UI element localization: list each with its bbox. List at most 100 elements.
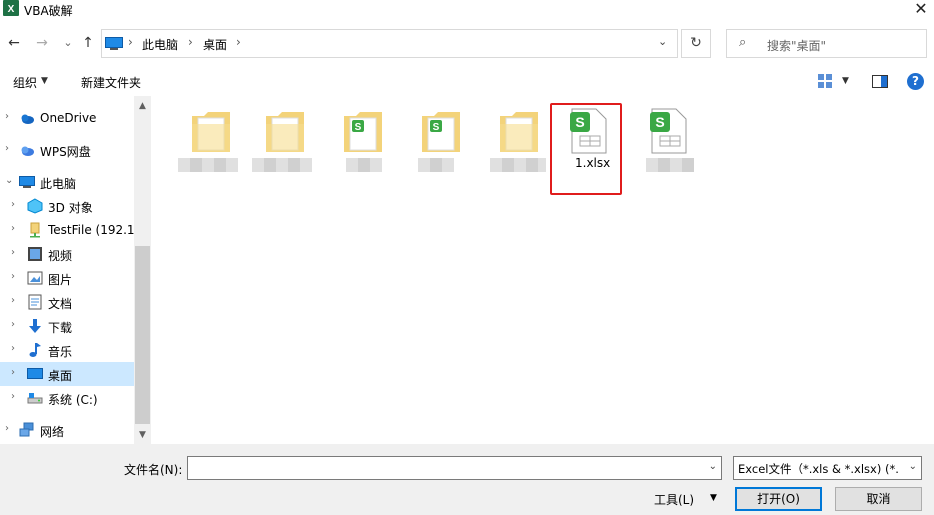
drive-icon: [27, 393, 43, 404]
sidebar-item-downloads[interactable]: › 下载: [0, 314, 134, 338]
address-dropdown-icon[interactable]: ⌄: [658, 35, 667, 48]
spreadsheet-file-icon: S: [650, 108, 687, 154]
scrollbar-thumb[interactable]: [135, 246, 150, 424]
chevron-right-icon[interactable]: ›: [11, 247, 15, 258]
chevron-right-icon[interactable]: ›: [11, 271, 15, 282]
breadcrumb-desktop[interactable]: 桌面: [203, 36, 227, 53]
chevron-right-icon[interactable]: ›: [11, 391, 15, 402]
organize-caret-icon: ▼: [41, 76, 48, 86]
sidebar-item-label: TestFile (192.16: [48, 223, 134, 237]
close-button[interactable]: ✕: [912, 0, 930, 18]
svg-text:S: S: [433, 122, 440, 133]
window-title: VBA破解: [24, 4, 73, 18]
filename-input[interactable]: ⌄: [187, 456, 722, 480]
sidebar-item-onedrive[interactable]: › OneDrive: [0, 106, 134, 130]
search-box[interactable]: ⌕ 搜索"桌面": [726, 29, 927, 58]
sidebar-item-label: WPS网盘: [40, 145, 91, 159]
svg-text:S: S: [355, 122, 362, 133]
tools-caret-icon[interactable]: ▼: [710, 493, 717, 503]
sidebar-item-testfile[interactable]: › TestFile (192.16: [0, 218, 134, 242]
view-caret-icon[interactable]: ▼: [842, 76, 849, 86]
filename-label: 文件名(N):: [124, 463, 183, 477]
file-type-value[interactable]: Excel文件（*.xls & *.xlsx) (*.: [738, 461, 904, 477]
cube-icon: [27, 198, 43, 214]
forward-button[interactable]: →: [34, 35, 50, 51]
sidebar-item-label: 图片: [48, 273, 73, 287]
chevron-right-icon[interactable]: ›: [5, 111, 9, 122]
file-item-folder[interactable]: [252, 106, 316, 196]
highlight-box: [550, 103, 622, 195]
chevron-right-icon[interactable]: ›: [11, 223, 15, 234]
sidebar-item-system-c[interactable]: › 系统 (C:): [0, 386, 134, 410]
cancel-button[interactable]: 取消: [835, 487, 922, 511]
documents-icon: [28, 294, 42, 310]
excel-app-icon: X: [3, 0, 19, 16]
search-icon: ⌕: [739, 35, 747, 50]
svg-text:S: S: [655, 114, 664, 130]
folder-icon: [266, 112, 304, 152]
file-type-select[interactable]: Excel文件（*.xls & *.xlsx) (*. ⌄: [733, 456, 922, 480]
breadcrumb-separator: ›: [188, 35, 193, 49]
chevron-right-icon[interactable]: ›: [11, 343, 15, 354]
sidebar-item-label: OneDrive: [40, 111, 97, 125]
tools-button[interactable]: 工具(L): [654, 491, 694, 508]
sidebar-item-this-pc[interactable]: ⌄ 此电脑: [0, 170, 134, 194]
sidebar-item-documents[interactable]: › 文档: [0, 290, 134, 314]
sidebar-item-desktop[interactable]: › 桌面: [0, 362, 134, 386]
open-button[interactable]: 打开(O): [735, 487, 822, 511]
sidebar-item-label: 此电脑: [40, 177, 77, 191]
pictures-icon: [27, 271, 43, 285]
folder-icon: [500, 112, 538, 152]
folder-icon: S: [344, 112, 382, 152]
organize-button[interactable]: 组织: [13, 74, 37, 91]
title-bar: X VBA破解 ✕: [0, 0, 934, 22]
breadcrumb-this-pc[interactable]: 此电脑: [142, 36, 178, 53]
help-button[interactable]: ?: [907, 73, 924, 90]
sidebar-item-label: 下载: [48, 321, 73, 335]
chevron-right-icon[interactable]: ›: [11, 295, 15, 306]
address-bar[interactable]: › 此电脑 › 桌面 › ⌄: [101, 29, 678, 58]
back-button[interactable]: ←: [6, 35, 22, 51]
blurred-filename: [490, 158, 546, 172]
file-item-spreadsheet-folder[interactable]: S: [408, 106, 472, 196]
chevron-right-icon[interactable]: ›: [5, 143, 9, 154]
refresh-button[interactable]: ↻: [681, 29, 711, 58]
search-input[interactable]: 搜索"桌面": [767, 37, 826, 54]
sidebar-item-videos[interactable]: › 视频: [0, 242, 134, 266]
preview-pane-icon[interactable]: [872, 75, 888, 88]
chevron-down-icon[interactable]: ⌄: [5, 175, 13, 186]
chevron-right-icon[interactable]: ›: [11, 199, 15, 210]
sidebar-item-3d-objects[interactable]: › 3D 对象: [0, 194, 134, 218]
sidebar-item-pictures[interactable]: › 图片: [0, 266, 134, 290]
file-item-folder[interactable]: [488, 106, 552, 196]
scroll-down-icon[interactable]: ▼: [134, 430, 151, 440]
cloud-icon: [21, 114, 34, 124]
sidebar-item-label: 系统 (C:): [48, 393, 98, 407]
folder-icon: S: [422, 112, 460, 152]
recent-locations-button[interactable]: ⌄: [60, 35, 76, 51]
computer-icon: [19, 176, 35, 188]
sidebar-item-label: 视频: [48, 249, 73, 263]
chevron-right-icon[interactable]: ›: [11, 319, 15, 330]
sidebar-item-label: 桌面: [48, 369, 73, 383]
computer-icon: [105, 37, 123, 50]
video-icon: [28, 247, 42, 261]
scroll-up-icon[interactable]: ▲: [134, 101, 151, 111]
file-item-spreadsheet[interactable]: S: [640, 106, 704, 196]
network-drive-icon: [30, 222, 40, 238]
sidebar-item-music[interactable]: › 音乐: [0, 338, 134, 362]
chevron-down-icon[interactable]: ⌄: [909, 461, 917, 472]
sidebar-item-wps-cloud[interactable]: › WPS网盘: [0, 138, 134, 162]
chevron-right-icon[interactable]: ›: [11, 367, 15, 378]
new-folder-button[interactable]: 新建文件夹: [81, 74, 141, 91]
file-item-spreadsheet-folder[interactable]: S: [336, 106, 400, 196]
up-button[interactable]: ↑: [80, 35, 96, 51]
sidebar-scrollbar[interactable]: ▲ ▼: [134, 96, 151, 444]
svg-text:X: X: [8, 4, 15, 15]
sidebar-item-network[interactable]: › 网络: [0, 418, 134, 442]
file-item-folder[interactable]: [178, 106, 242, 196]
chevron-down-icon[interactable]: ⌄: [709, 461, 717, 472]
sidebar-item-label: 3D 对象: [48, 201, 93, 215]
chevron-right-icon[interactable]: ›: [5, 423, 9, 434]
view-options-icon[interactable]: [818, 74, 832, 88]
